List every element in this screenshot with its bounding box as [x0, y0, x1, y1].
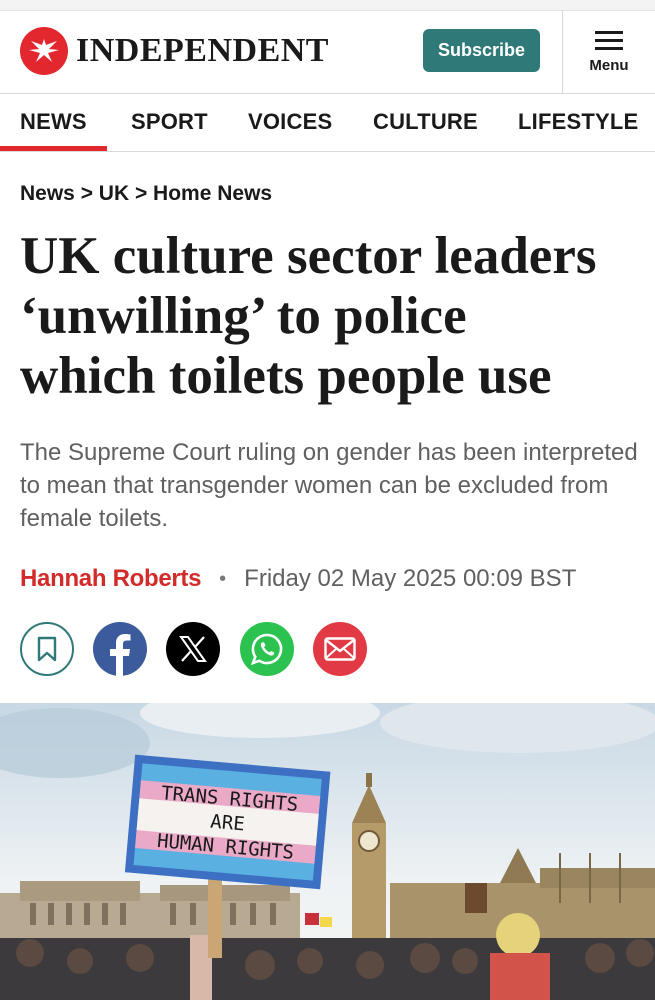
- whatsapp-icon: [250, 633, 283, 666]
- article-hero-image[interactable]: TRANS RIGHTS ARE HUMAN RIGHTS: [0, 703, 655, 1000]
- publish-date: Friday 02 May 2025 00:09 BST: [244, 565, 577, 592]
- logo-wordmark: INDEPENDENT: [76, 32, 329, 69]
- byline: Hannah Roberts • Friday 02 May 2025 00:0…: [20, 565, 576, 593]
- nav-item-voices[interactable]: VOICES: [248, 109, 332, 135]
- headline-line: ‘unwilling’ to police: [20, 287, 467, 345]
- nav-item-lifestyle[interactable]: LIFESTYLE: [518, 109, 638, 135]
- hamburger-icon: [595, 30, 623, 50]
- facebook-share-button[interactable]: [93, 622, 147, 676]
- nav-item-culture[interactable]: CULTURE: [373, 109, 478, 135]
- site-logo[interactable]: INDEPENDENT: [20, 27, 329, 75]
- site-header: INDEPENDENT Subscribe Menu: [0, 11, 655, 94]
- article-standfirst: The Supreme Court ruling on gender has b…: [20, 439, 638, 532]
- active-nav-indicator: [0, 146, 107, 151]
- whatsapp-share-button[interactable]: [240, 622, 294, 676]
- section-nav: NEWS SPORT VOICES CULTURE LIFESTYLE: [0, 94, 655, 152]
- breadcrumb[interactable]: News > UK > Home News: [20, 182, 272, 206]
- facebook-icon: [110, 634, 131, 676]
- headline-line: which toilets people use: [20, 347, 552, 405]
- nav-item-news[interactable]: NEWS: [20, 109, 87, 135]
- menu-label: Menu: [589, 56, 629, 74]
- x-icon: [179, 636, 207, 662]
- menu-button[interactable]: Menu: [563, 11, 655, 93]
- browser-top-strip: [0, 0, 655, 11]
- email-share-button[interactable]: [313, 622, 367, 676]
- bookmark-icon: [37, 636, 57, 662]
- subscribe-button[interactable]: Subscribe: [423, 29, 540, 72]
- author-link[interactable]: Hannah Roberts: [20, 565, 201, 593]
- article-headline: UK culture sector leaders ‘unwilling’ to…: [20, 226, 640, 406]
- eagle-logo-icon: [20, 27, 68, 75]
- byline-separator: •: [219, 567, 227, 590]
- bookmark-button[interactable]: [20, 622, 74, 676]
- x-share-button[interactable]: [166, 622, 220, 676]
- sign-line-2: ARE: [210, 811, 246, 836]
- email-icon: [324, 637, 356, 661]
- headline-line: UK culture sector leaders: [20, 227, 597, 285]
- protest-photo: TRANS RIGHTS ARE HUMAN RIGHTS: [0, 703, 655, 1000]
- nav-item-sport[interactable]: SPORT: [131, 109, 208, 135]
